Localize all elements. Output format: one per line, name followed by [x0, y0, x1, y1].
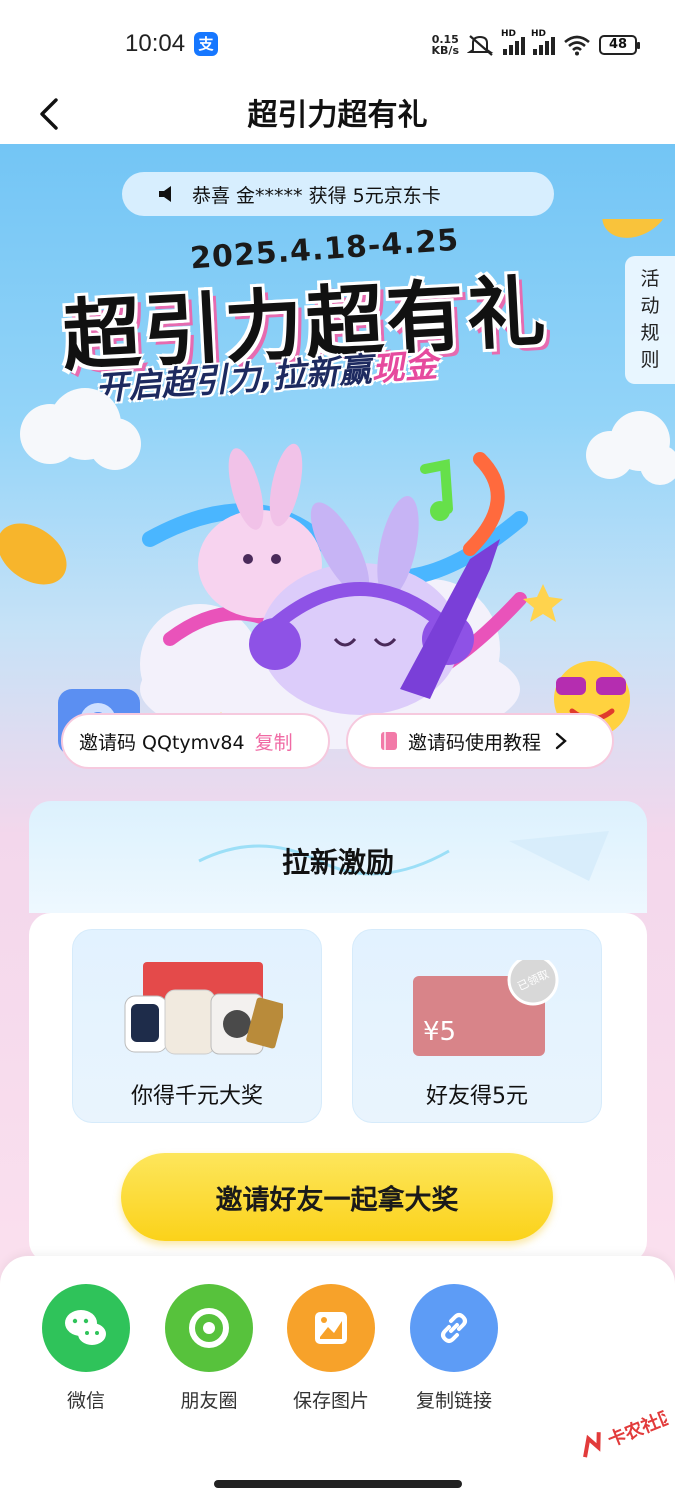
share-moments[interactable]: 朋友圈: [154, 1284, 264, 1413]
speaker-icon: [159, 186, 171, 202]
reward-card-grand-prize: 你得千元大奖: [72, 929, 322, 1123]
share-label: 复制链接: [415, 1390, 492, 1412]
status-bar: 10:04 支 0.15 KB/s HD HD 48: [0, 0, 675, 88]
tutorial-label: 邀请码使用教程: [408, 731, 542, 754]
network-speed: 0.15 KB/s: [431, 33, 459, 57]
winner-ticker: 恭喜 金***** 获得 5元京东卡: [122, 172, 554, 216]
prize-collage-image: [124, 962, 283, 1055]
cloud-right: [586, 411, 675, 485]
invite-friends-button[interactable]: 邀请好友一起拿大奖: [121, 1153, 553, 1241]
battery-icon: 48: [599, 35, 640, 55]
nav-bar: 超引力超有礼: [0, 88, 675, 144]
incentive-header: 拉新激励: [29, 801, 647, 913]
status-time: 10:04: [125, 30, 186, 57]
wechat-icon: [42, 1284, 130, 1372]
share-save-image[interactable]: 保存图片: [276, 1284, 386, 1413]
share-wechat[interactable]: 微信: [31, 1284, 141, 1413]
incentive-body: 你得千元大奖 已领取 ¥5 好友得5元 邀请好友一起拿大奖: [29, 913, 647, 1263]
invite-code-text: 邀请码 QQtymv84: [79, 731, 245, 754]
gift-card-image: 已领取 ¥5: [413, 960, 559, 1056]
signal-1-icon: HD: [501, 29, 525, 55]
hero-illustration: [0, 219, 675, 755]
share-label: 保存图片: [292, 1390, 369, 1412]
hero-banner: 恭喜 金***** 获得 5元京东卡 活 动 规 则 2025.4.18-4.2…: [0, 144, 675, 1294]
mute-icon: [467, 35, 494, 56]
signal-2-icon: HD: [531, 29, 555, 55]
reward-card-friend: 已领取 ¥5 好友得5元: [352, 929, 602, 1123]
reward-label: 好友得5元: [426, 1084, 528, 1109]
wifi-icon: [564, 35, 590, 56]
incentive-title: 拉新激励: [281, 846, 394, 879]
svg-text:¥5: ¥5: [423, 1017, 456, 1047]
book-icon: [381, 732, 397, 750]
copy-code-button[interactable]: 复制: [255, 728, 293, 755]
page-title: 超引力超有礼: [247, 98, 428, 133]
image-icon: [287, 1284, 375, 1372]
share-label: 微信: [66, 1390, 105, 1412]
alipay-notification-icon: 支: [194, 32, 218, 56]
moments-icon: [165, 1284, 253, 1372]
share-sheet: 微信 朋友圈 保存图片 复制链接: [0, 1256, 675, 1500]
invite-code-pill: 邀请码 QQtymv84 复制: [61, 713, 330, 769]
home-indicator[interactable]: [214, 1480, 462, 1488]
ticker-text: 恭喜 金***** 获得 5元京东卡: [192, 184, 441, 207]
status-indicators: 0.15 KB/s HD HD 48: [431, 29, 640, 60]
share-label: 朋友圈: [180, 1390, 238, 1412]
link-icon: [410, 1284, 498, 1372]
chevron-right-icon: [555, 732, 567, 750]
share-copy-link[interactable]: 复制链接: [399, 1284, 509, 1413]
cloud-left: [20, 388, 141, 470]
invite-tutorial-button[interactable]: 邀请码使用教程: [346, 713, 614, 769]
reward-label: 你得千元大奖: [130, 1084, 263, 1109]
